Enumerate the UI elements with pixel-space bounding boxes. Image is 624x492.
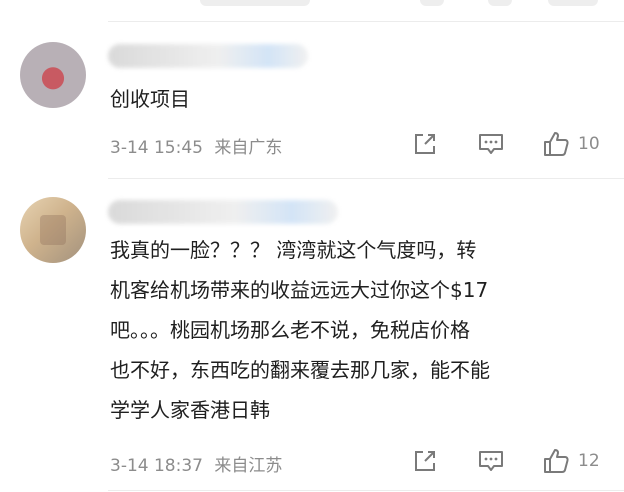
comment-meta: 3-14 15:45 来自广东 [110, 133, 288, 158]
comment-text: 我真的一脸？？？ 湾湾就这个气度吗，转 机客给机场带来的收益远远大过你这个$17… [110, 238, 490, 422]
comment-location: 来自广东 [214, 138, 283, 158]
comment-icon [479, 134, 503, 154]
thumbs-up-icon [544, 132, 569, 156]
reply-button[interactable] [477, 448, 505, 474]
reply-button[interactable] [477, 131, 505, 157]
share-button[interactable] [412, 131, 438, 157]
comment-time: 3-14 18:37 [110, 456, 203, 476]
comment-time: 3-14 15:45 [110, 138, 203, 158]
avatar[interactable] [20, 197, 86, 263]
username-redacted[interactable] [108, 200, 338, 224]
like-count: 10 [578, 134, 600, 154]
like-count: 12 [578, 451, 600, 471]
share-button[interactable] [412, 448, 438, 474]
username-redacted[interactable] [108, 44, 308, 68]
avatar[interactable] [20, 42, 86, 108]
divider [108, 178, 624, 179]
comment-meta: 3-14 18:37 来自江苏 [110, 451, 288, 476]
comment-text: 创收项目 [110, 87, 190, 111]
comment-item: 我真的一脸？？？ 湾湾就这个气度吗，转 机客给机场带来的收益远远大过你这个$17… [0, 180, 624, 492]
comment-item: 创收项目 3-14 15:45 来自广东 10 [0, 0, 624, 180]
avatar-image [40, 215, 66, 245]
divider [108, 490, 624, 491]
share-icon [415, 451, 435, 471]
like-button[interactable]: 10 [542, 130, 600, 158]
share-icon [415, 134, 435, 154]
comment-location: 来自江苏 [214, 456, 283, 476]
thumbs-up-icon [544, 449, 569, 473]
like-button[interactable]: 12 [542, 447, 600, 475]
comment-icon [479, 451, 503, 471]
